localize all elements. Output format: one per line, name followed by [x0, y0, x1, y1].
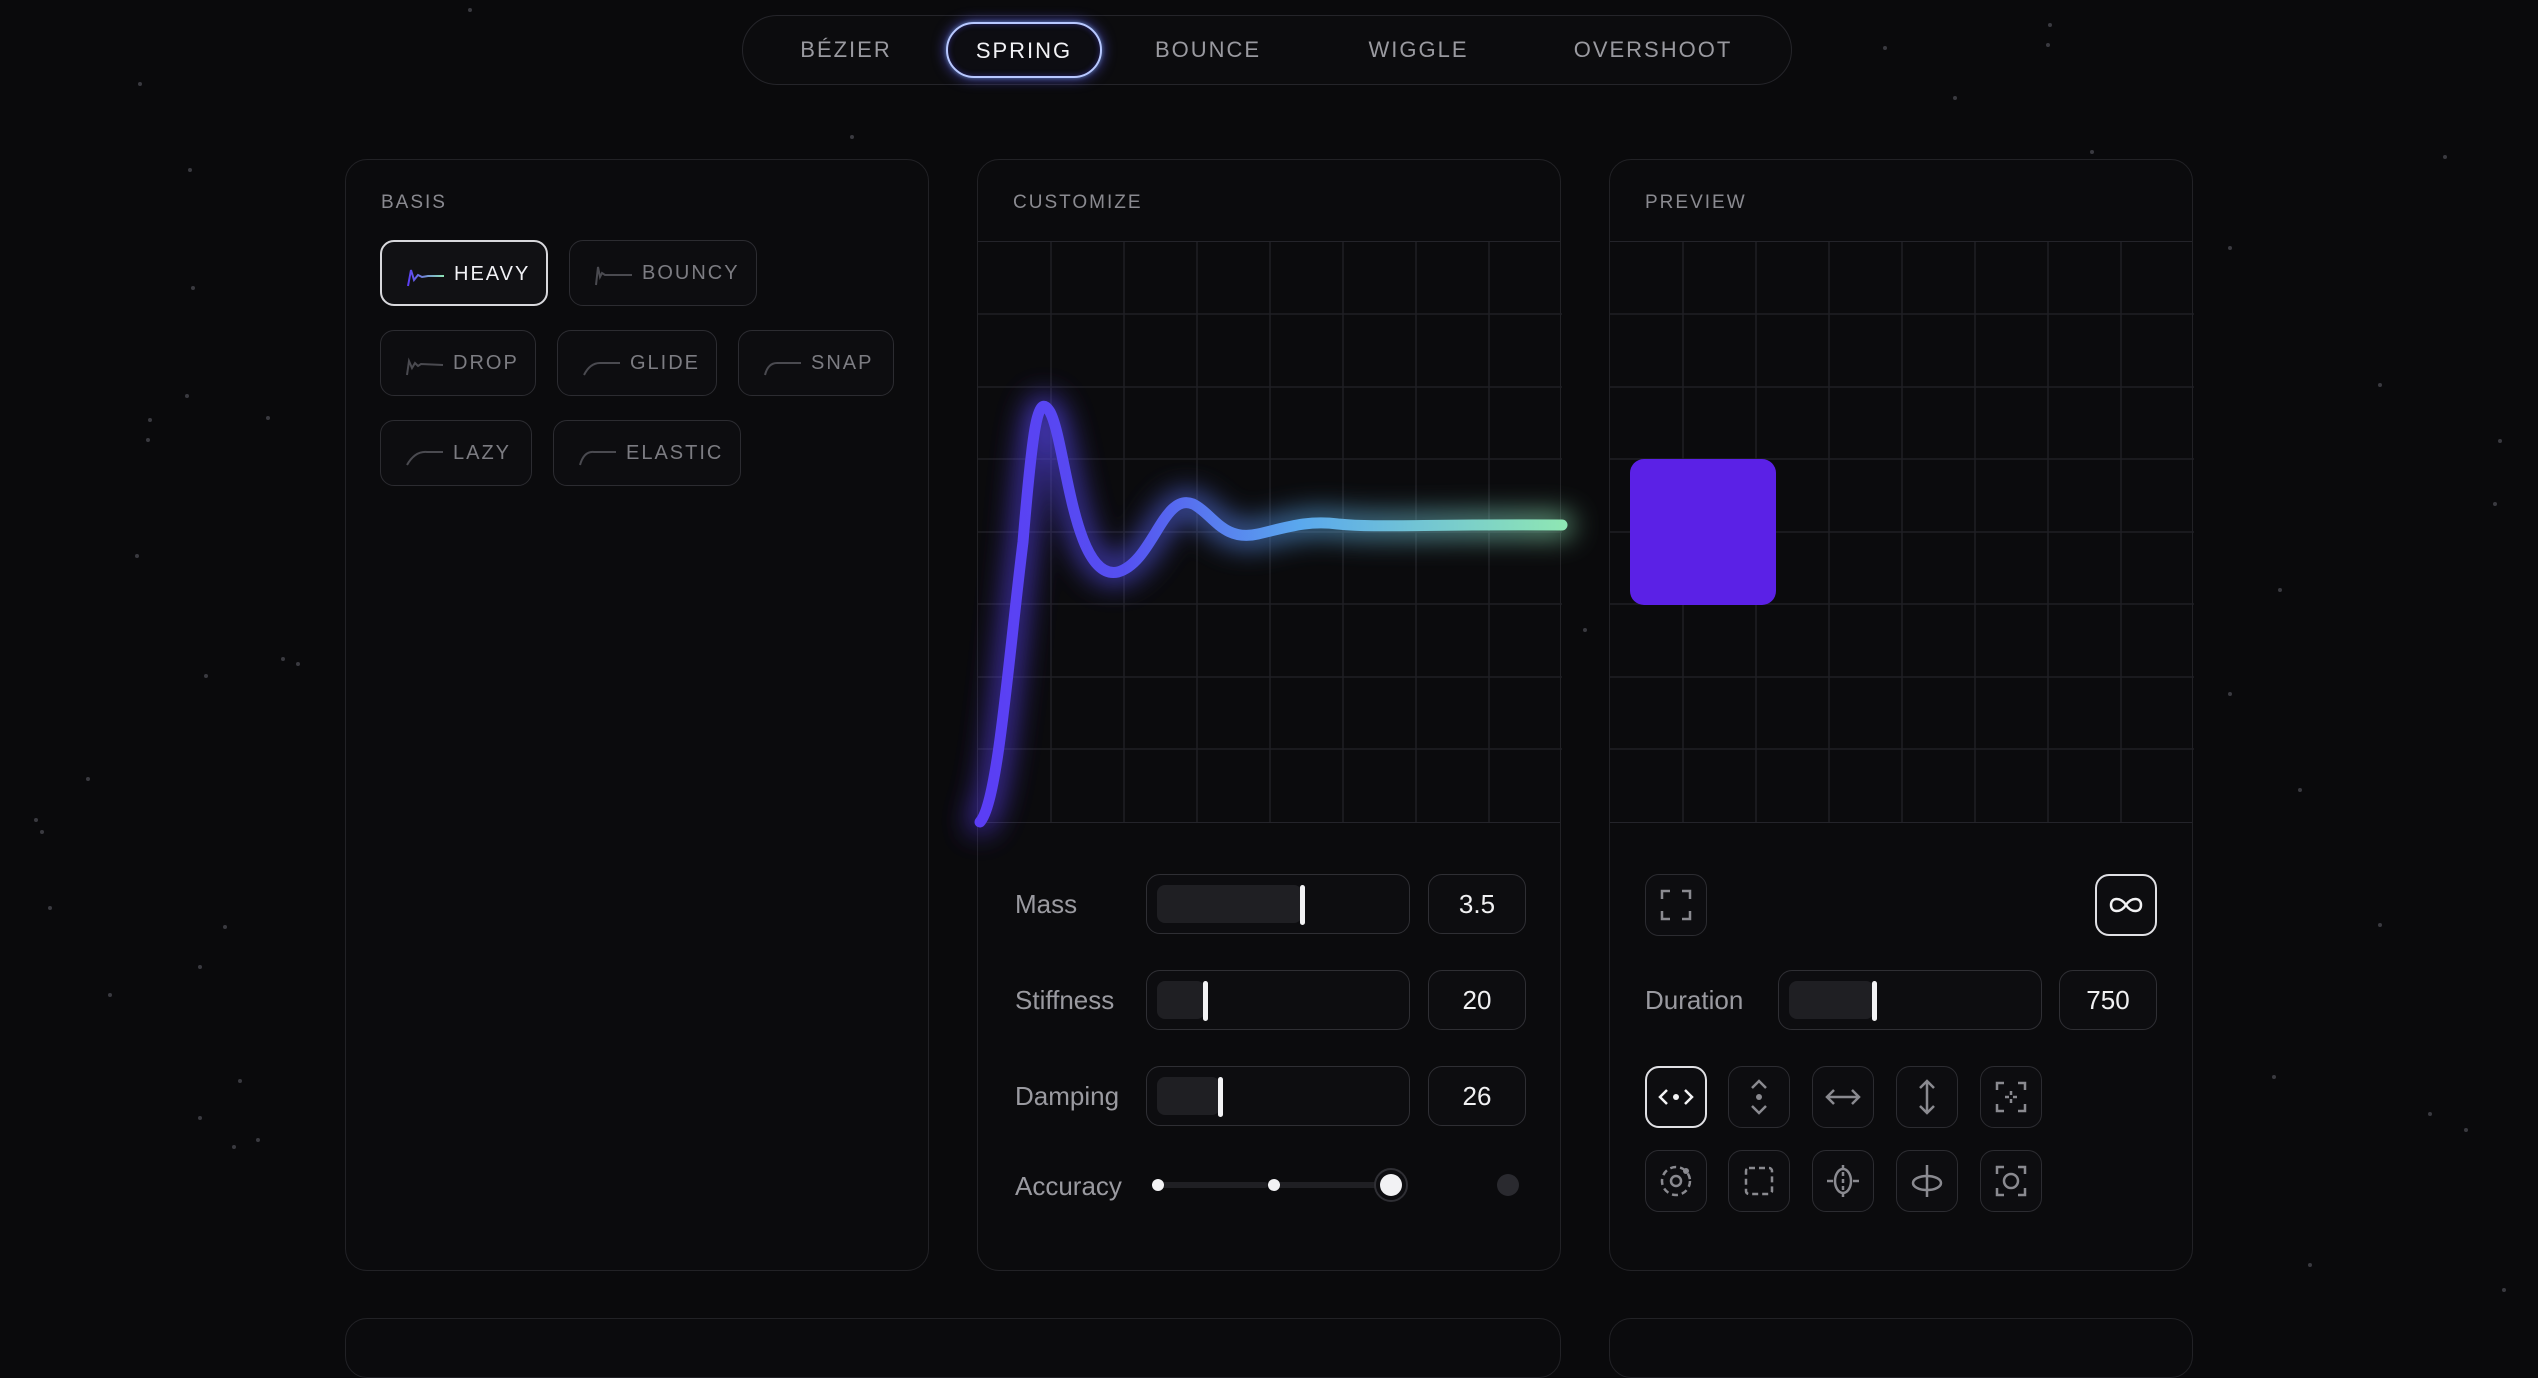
accuracy-step-3[interactable] — [1380, 1174, 1402, 1196]
stiffness-value-field[interactable]: 20 — [1428, 970, 1526, 1030]
accuracy-label: Accuracy — [1015, 1171, 1122, 1201]
preset-bouncy-label: BOUNCY — [642, 262, 740, 284]
heavy-curve-icon — [407, 269, 444, 287]
preset-drop-label: DROP — [453, 352, 519, 374]
preview-panel: PREVIEW Duration 750 — [1609, 159, 2194, 1271]
tab-bounce[interactable]: BOUNCE — [1123, 16, 1293, 84]
accuracy-step-4[interactable] — [1497, 1174, 1519, 1196]
snap-curve-icon — [764, 362, 801, 376]
camera-focus-button[interactable] — [1980, 1150, 2042, 1212]
basis-panel-title: BASIS — [381, 192, 447, 213]
stretch-horizontal-icon — [1825, 1089, 1861, 1105]
preset-elastic[interactable]: ELASTIC — [553, 420, 741, 486]
move-vertical-icon — [1751, 1079, 1767, 1115]
drop-curve-icon — [406, 357, 444, 376]
preset-lazy[interactable]: LAZY — [380, 420, 532, 486]
basis-panel: BASIS HEAVY BOUNCY DROP GLIDE SNAP LAZY … — [345, 159, 929, 1271]
focus-scale-icon — [1995, 1081, 2027, 1113]
stiffness-slider-fill — [1157, 981, 1206, 1019]
tab-wiggle[interactable]: WIGGLE — [1336, 16, 1501, 84]
duration-label: Duration — [1645, 985, 1744, 1015]
flip-vertical-icon — [1911, 1165, 1943, 1197]
tab-spring[interactable]: SPRING — [946, 22, 1102, 78]
duration-slider-fill — [1789, 981, 1874, 1019]
rotate-button[interactable] — [1645, 1150, 1707, 1212]
preset-glide-label: GLIDE — [630, 352, 701, 374]
stiffness-slider-thumb[interactable] — [1203, 981, 1209, 1021]
curve-svg — [969, 242, 1573, 833]
damping-slider[interactable] — [1146, 1066, 1410, 1126]
bouncy-curve-icon — [595, 266, 632, 286]
mass-slider-fill — [1157, 885, 1303, 923]
accuracy-step-1[interactable] — [1152, 1179, 1164, 1191]
customize-panel: CUSTOMIZE Mass 3.5 Stiffness 20 Damping … — [969, 159, 1573, 1271]
spring-curve[interactable] — [974, 400, 1568, 828]
tab-bezier[interactable]: BÉZIER — [771, 16, 921, 84]
mass-label: Mass — [1015, 889, 1078, 919]
fade-icon — [1744, 1166, 1774, 1196]
preset-glide[interactable]: GLIDE — [557, 330, 717, 396]
preview-stage — [1610, 241, 2194, 823]
stiffness-slider[interactable] — [1146, 970, 1410, 1030]
move-horizontal-button[interactable] — [1645, 1066, 1707, 1128]
stiffness-label: Stiffness — [1015, 985, 1115, 1015]
customize-panel-title: CUSTOMIZE — [1013, 192, 1143, 213]
preset-snap-label: SNAP — [811, 352, 874, 374]
damping-label: Damping — [1015, 1081, 1120, 1111]
stretch-horizontal-button[interactable] — [1812, 1066, 1874, 1128]
spring-curve-graph — [969, 241, 1573, 833]
lower-panel-right — [1609, 1318, 2193, 1378]
flip-vertical-button[interactable] — [1896, 1150, 1958, 1212]
duration-value-field[interactable]: 750 — [2059, 970, 2157, 1030]
rotate-icon — [1660, 1165, 1692, 1197]
accuracy-step-2[interactable] — [1268, 1179, 1280, 1191]
accuracy-stepper[interactable] — [1148, 1165, 1538, 1205]
mass-slider[interactable] — [1146, 874, 1410, 934]
preset-heavy[interactable]: HEAVY — [380, 240, 548, 306]
easing-type-tabbar: BÉZIER SPRING BOUNCE WIGGLE OVERSHOOT — [742, 15, 1792, 85]
infinity-loop-icon — [2109, 897, 2143, 913]
fullscreen-icon — [1660, 889, 1692, 921]
duration-slider-thumb[interactable] — [1871, 981, 1877, 1021]
mass-slider-thumb[interactable] — [1300, 885, 1306, 925]
tab-overshoot[interactable]: OVERSHOOT — [1543, 16, 1763, 84]
focus-scale-button[interactable] — [1980, 1066, 2042, 1128]
move-vertical-button[interactable] — [1728, 1066, 1790, 1128]
move-horizontal-icon — [1658, 1089, 1694, 1105]
camera-focus-icon — [1995, 1165, 2027, 1197]
preview-panel-title: PREVIEW — [1645, 192, 1747, 213]
mass-value-field[interactable]: 3.5 — [1428, 874, 1526, 934]
preset-heavy-label: HEAVY — [454, 263, 531, 285]
flip-horizontal-button[interactable] — [1812, 1150, 1874, 1212]
duration-slider[interactable] — [1778, 970, 2042, 1030]
loop-button[interactable] — [2095, 874, 2157, 936]
preset-snap[interactable]: SNAP — [738, 330, 894, 396]
fade-button[interactable] — [1728, 1150, 1790, 1212]
flip-horizontal-icon — [1827, 1165, 1859, 1197]
elastic-curve-icon — [579, 450, 616, 466]
preset-lazy-label: LAZY — [453, 442, 512, 464]
preset-elastic-label: ELASTIC — [626, 442, 724, 464]
fullscreen-button[interactable] — [1645, 874, 1707, 936]
damping-slider-fill — [1157, 1077, 1220, 1115]
damping-slider-thumb[interactable] — [1217, 1077, 1223, 1117]
lazy-curve-icon — [406, 450, 443, 466]
stretch-vertical-button[interactable] — [1896, 1066, 1958, 1128]
preview-animated-box — [1630, 459, 1776, 605]
glide-curve-icon — [583, 362, 620, 376]
preset-bouncy[interactable]: BOUNCY — [569, 240, 757, 306]
damping-value-field[interactable]: 26 — [1428, 1066, 1526, 1126]
lower-panel-left — [345, 1318, 1561, 1378]
preset-drop[interactable]: DROP — [380, 330, 536, 396]
stretch-vertical-icon — [1919, 1079, 1935, 1115]
